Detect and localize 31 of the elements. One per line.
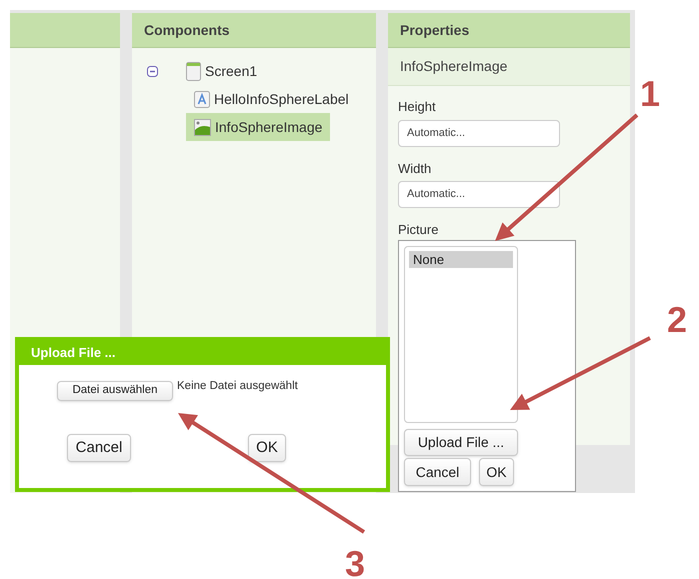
cancel-button[interactable]: Cancel: [404, 458, 471, 486]
list-option[interactable]: None: [409, 251, 513, 268]
tree-item-label: Screen1: [205, 62, 258, 80]
tree-item[interactable]: HelloInfoSphereLabel: [186, 85, 357, 113]
letter-icon: [194, 90, 210, 108]
dialog-title: Upload File ...: [31, 344, 116, 362]
ok-button[interactable]: OK: [479, 458, 514, 486]
property-field[interactable]: Automatic...: [398, 120, 560, 146]
property-field[interactable]: Automatic...: [398, 181, 560, 208]
property-label: Picture: [398, 221, 440, 239]
collapse-icon[interactable]: [147, 66, 158, 76]
property-label: Height: [398, 98, 437, 116]
panel-title: Properties: [400, 20, 470, 40]
property-label: Width: [398, 160, 432, 178]
tree-item[interactable]: InfoSphereImage: [186, 113, 330, 141]
tree-item[interactable]: Screen1: [178, 57, 266, 85]
file-list[interactable]: None: [404, 246, 518, 424]
annotation-number: 2: [667, 302, 688, 338]
panel-title: Components: [144, 20, 230, 40]
ok-button[interactable]: OK: [248, 434, 286, 462]
component-name: InfoSphereImage: [400, 57, 508, 76]
choose-file-button[interactable]: Datei auswählen: [57, 381, 173, 401]
annotation-number: 1: [640, 76, 660, 112]
tree-item-label: HelloInfoSphereLabel: [214, 90, 349, 109]
image-icon: [194, 118, 211, 136]
annotation-number: 3: [345, 546, 366, 579]
tree-item-label: InfoSphereImage: [215, 118, 322, 137]
upload-file-button[interactable]: Upload File ...: [404, 429, 518, 456]
file-status-text: Keine Datei ausgewählt: [177, 379, 298, 394]
screen-icon: [186, 62, 201, 80]
cancel-button[interactable]: Cancel: [67, 434, 131, 462]
